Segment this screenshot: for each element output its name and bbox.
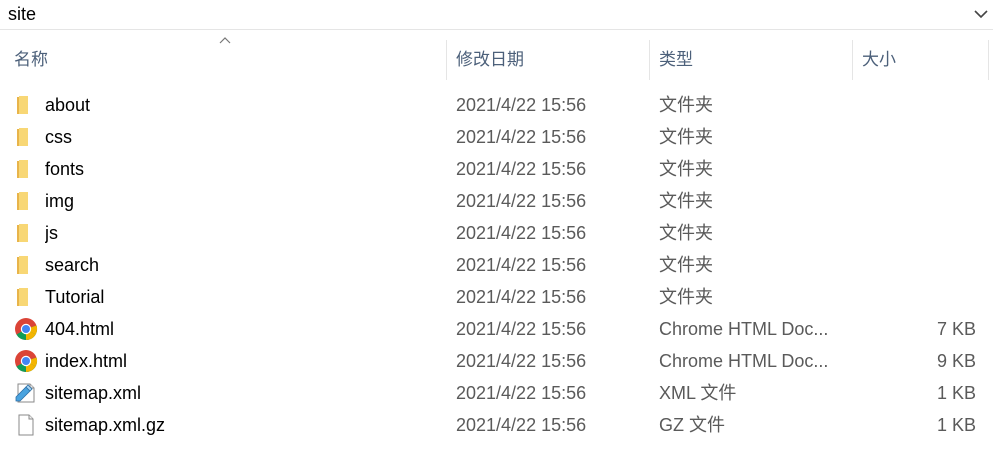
file-type: 文件夹: [659, 191, 713, 211]
file-type: 文件夹: [659, 287, 713, 307]
file-size: [860, 217, 976, 249]
file-size: [860, 281, 976, 313]
file-row[interactable]: 404.html 2021/4/22 15:56 Chrome HTML Doc…: [0, 313, 993, 345]
file-date: 2021/4/22 15:56: [456, 415, 587, 435]
xml-file-icon: [15, 383, 35, 403]
file-date: 2021/4/22 15:56: [456, 223, 587, 243]
column-divider[interactable]: [446, 40, 447, 80]
file-size: [860, 185, 976, 217]
file-date: 2021/4/22 15:56: [456, 351, 587, 371]
file-row[interactable]: css 2021/4/22 15:56 文件夹: [0, 121, 993, 153]
file-name: sitemap.xml.gz: [45, 415, 166, 435]
file-row[interactable]: about 2021/4/22 15:56 文件夹: [0, 89, 993, 121]
file-date: 2021/4/22 15:56: [456, 159, 587, 179]
column-header-size[interactable]: 大小: [854, 40, 988, 80]
column-header-row: 名称 修改日期 类型 大小: [0, 37, 993, 80]
file-name: js: [45, 223, 58, 243]
file-date: 2021/4/22 15:56: [456, 127, 587, 147]
current-folder-path[interactable]: site: [8, 3, 36, 25]
file-name: Tutorial: [45, 287, 105, 307]
file-row[interactable]: js 2021/4/22 15:56 文件夹: [0, 217, 993, 249]
file-row[interactable]: fonts 2021/4/22 15:56 文件夹: [0, 153, 993, 185]
file-name: index.html: [45, 351, 128, 371]
file-row[interactable]: index.html 2021/4/22 15:56 Chrome HTML D…: [0, 345, 993, 377]
file-type: 文件夹: [659, 223, 713, 243]
file-type: 文件夹: [659, 255, 713, 275]
file-list: about 2021/4/22 15:56 文件夹 css 2021/4/22 …: [0, 89, 993, 441]
file-name: fonts: [45, 159, 85, 179]
file-size: 1 KB: [936, 383, 976, 403]
file-row[interactable]: search 2021/4/22 15:56 文件夹: [0, 249, 993, 281]
file-name: search: [45, 255, 100, 275]
file-date: 2021/4/22 15:56: [456, 287, 587, 307]
column-header-date[interactable]: 修改日期: [448, 40, 648, 80]
file-type: 文件夹: [659, 95, 713, 115]
file-name: 404.html: [45, 319, 115, 339]
folder-icon: [17, 224, 28, 242]
folder-icon: [17, 192, 28, 210]
folder-icon: [17, 96, 28, 114]
file-date: 2021/4/22 15:56: [456, 255, 587, 275]
address-bar[interactable]: site: [0, 0, 993, 30]
file-size: [860, 153, 976, 185]
file-date: 2021/4/22 15:56: [456, 95, 587, 115]
file-date: 2021/4/22 15:56: [456, 319, 587, 339]
chrome-icon: [15, 350, 38, 373]
column-header-type[interactable]: 类型: [651, 40, 851, 80]
file-name: img: [45, 191, 75, 211]
file-date: 2021/4/22 15:56: [456, 383, 587, 403]
column-divider[interactable]: [852, 40, 853, 80]
chrome-icon: [15, 318, 38, 341]
file-name: css: [45, 127, 72, 147]
file-date: 2021/4/22 15:56: [456, 191, 587, 211]
file-row[interactable]: Tutorial 2021/4/22 15:56 文件夹: [0, 281, 993, 313]
file-type: 文件夹: [659, 159, 713, 179]
file-size: [860, 249, 976, 281]
folder-icon: [17, 288, 28, 306]
file-type: 文件夹: [659, 127, 713, 147]
file-size: 1 KB: [936, 415, 976, 435]
folder-icon: [17, 256, 28, 274]
column-header-name[interactable]: 名称: [6, 40, 446, 80]
column-divider[interactable]: [988, 40, 989, 80]
file-name: sitemap.xml: [45, 383, 142, 403]
file-type: XML 文件: [659, 383, 737, 403]
folder-icon: [17, 160, 28, 178]
file-type: GZ 文件: [659, 415, 725, 435]
file-size: 9 KB: [936, 351, 976, 371]
file-size: 7 KB: [936, 319, 976, 339]
file-size: [860, 89, 976, 121]
file-row[interactable]: sitemap.xml 2021/4/22 15:56 XML 文件 1 KB: [0, 377, 993, 409]
file-size: [860, 121, 976, 153]
file-type: Chrome HTML Doc...: [659, 319, 829, 339]
file-row[interactable]: sitemap.xml.gz 2021/4/22 15:56 GZ 文件 1 K…: [0, 409, 993, 441]
blank-file-icon: [18, 414, 34, 436]
folder-icon: [17, 128, 28, 146]
chevron-down-icon[interactable]: [971, 4, 991, 24]
file-type: Chrome HTML Doc...: [659, 351, 829, 371]
file-row[interactable]: img 2021/4/22 15:56 文件夹: [0, 185, 993, 217]
column-divider[interactable]: [649, 40, 650, 80]
file-name: about: [45, 95, 91, 115]
